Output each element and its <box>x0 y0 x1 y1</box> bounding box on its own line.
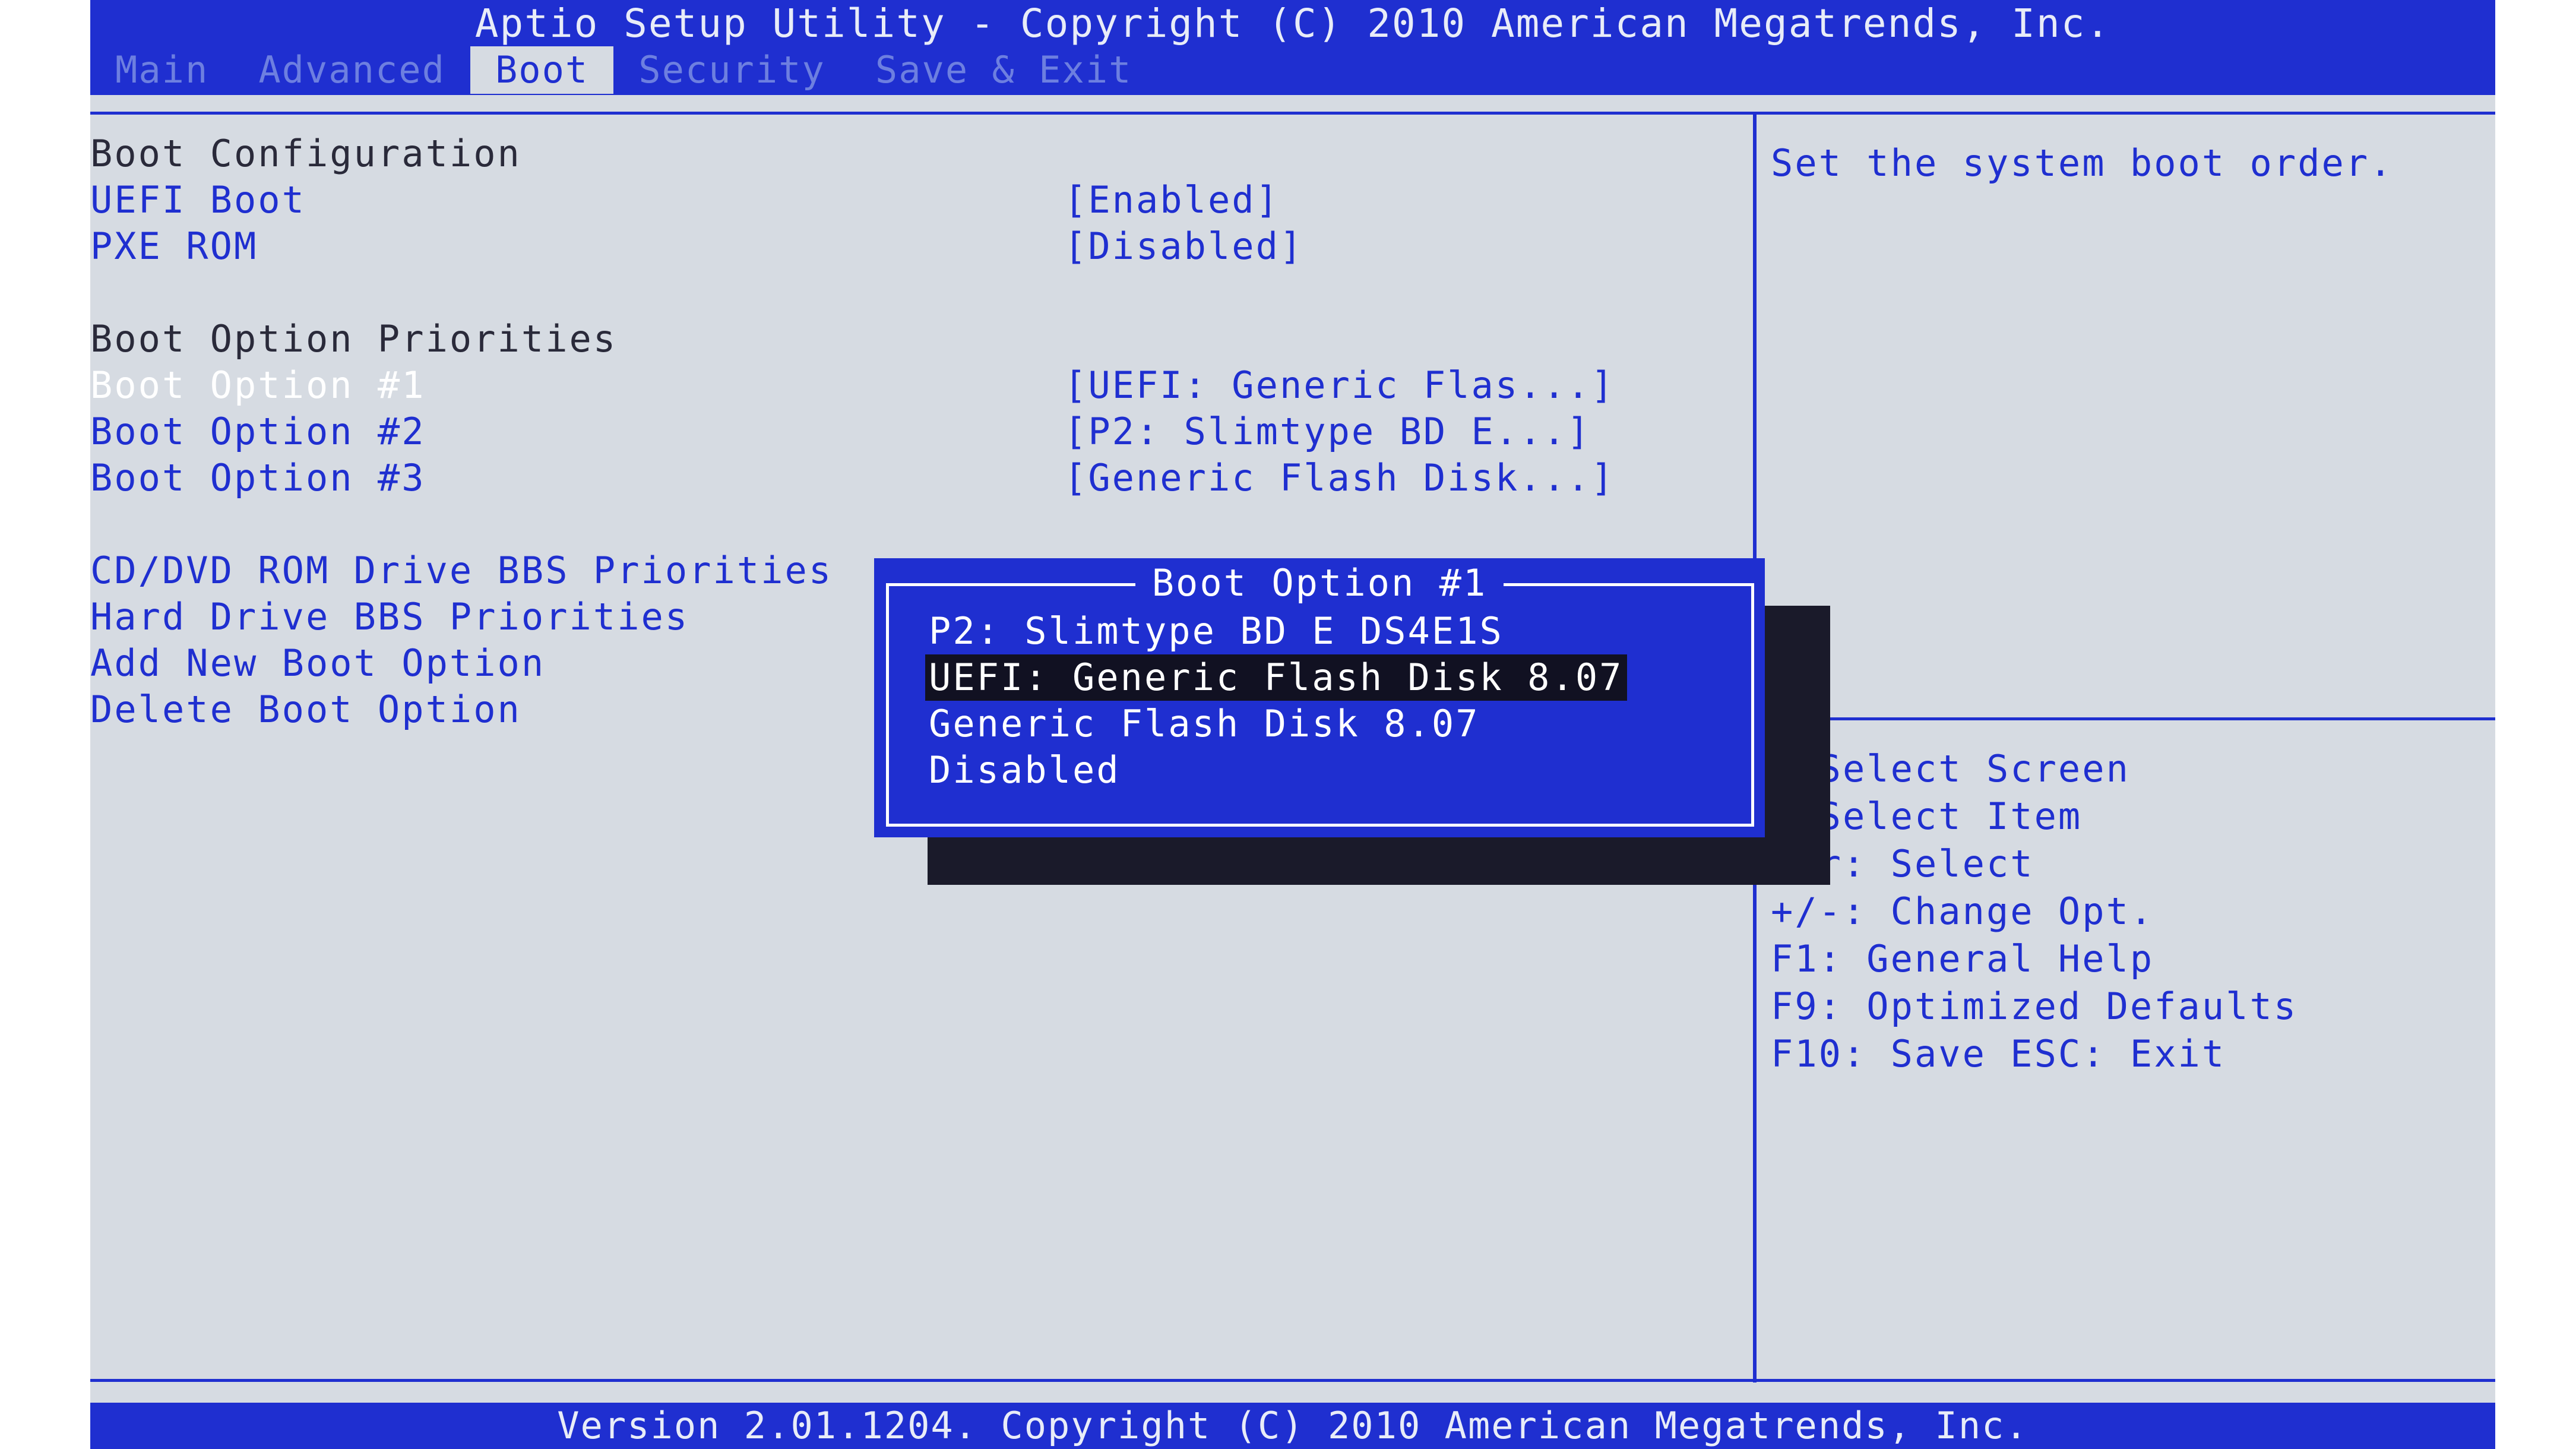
footer-version: Version 2.01.1204. Copyright (C) 2010 Am… <box>90 1403 2495 1449</box>
popup-options: P2: Slimtype BD E DS4E1S UEFI: Generic F… <box>925 608 1627 793</box>
popup-option-selected[interactable]: UEFI: Generic Flash Disk 8.07 <box>925 654 1627 701</box>
key-general-help: F1: General Help <box>1771 937 2154 980</box>
uefi-boot-label: UEFI Boot <box>90 178 306 222</box>
uefi-boot-value[interactable]: [Enabled] <box>1064 177 1280 223</box>
popup-option[interactable]: P2: Slimtype BD E DS4E1S <box>925 608 1627 654</box>
key-optimized-defaults: F9: Optimized Defaults <box>1771 985 2298 1028</box>
popup-option[interactable]: Disabled <box>925 747 1627 793</box>
key-change-opt: +/-: Change Opt. <box>1771 890 2154 933</box>
boot-option-3-value[interactable]: [Generic Flash Disk...] <box>1064 455 1615 501</box>
tab-advanced[interactable]: Advanced <box>233 46 470 94</box>
boot-option-popup: Boot Option #1 P2: Slimtype BD E DS4E1S … <box>874 558 1765 837</box>
key-select-item: : Select Item <box>1771 795 2083 838</box>
tab-save-exit[interactable]: Save & Exit <box>850 46 1157 94</box>
help-divider <box>1757 717 2495 720</box>
tab-boot[interactable]: Boot <box>470 46 614 94</box>
boot-option-2-label: Boot Option #2 <box>90 410 426 453</box>
key-enter-select: ter: Select <box>1771 842 2034 885</box>
key-legend: : Select Screen : Select Item ter: Selec… <box>1771 745 2483 1078</box>
key-save-exit: F10: Save ESC: Exit <box>1771 1032 2226 1075</box>
boot-option-1-value[interactable]: [UEFI: Generic Flas...] <box>1064 362 1615 409</box>
bottom-divider <box>90 1379 2495 1382</box>
pxe-rom-label: PXE ROM <box>90 224 258 268</box>
window-title: Aptio Setup Utility - Copyright (C) 2010… <box>474 1 2111 46</box>
boot-option-1-label: Boot Option #1 <box>90 363 426 407</box>
key-select-screen: : Select Screen <box>1771 747 2130 790</box>
pxe-rom-value[interactable]: [Disabled] <box>1064 223 1303 270</box>
help-text: Set the system boot order. <box>1771 141 2394 185</box>
boot-option-2-value[interactable]: [P2: Slimtype BD E...] <box>1064 409 1591 455</box>
top-bar: Aptio Setup Utility - Copyright (C) 2010… <box>90 0 2495 95</box>
top-divider <box>90 112 2495 115</box>
boot-option-3-label: Boot Option #3 <box>90 456 426 499</box>
bios-screen: Aptio Setup Utility - Copyright (C) 2010… <box>90 0 2495 1449</box>
tab-main[interactable]: Main <box>90 46 233 94</box>
popup-title: Boot Option #1 <box>874 558 1765 608</box>
popup-option[interactable]: Generic Flash Disk 8.07 <box>925 701 1627 747</box>
tab-bar: Main Advanced Boot Security Save & Exit <box>90 46 1157 94</box>
tab-security[interactable]: Security <box>613 46 850 94</box>
